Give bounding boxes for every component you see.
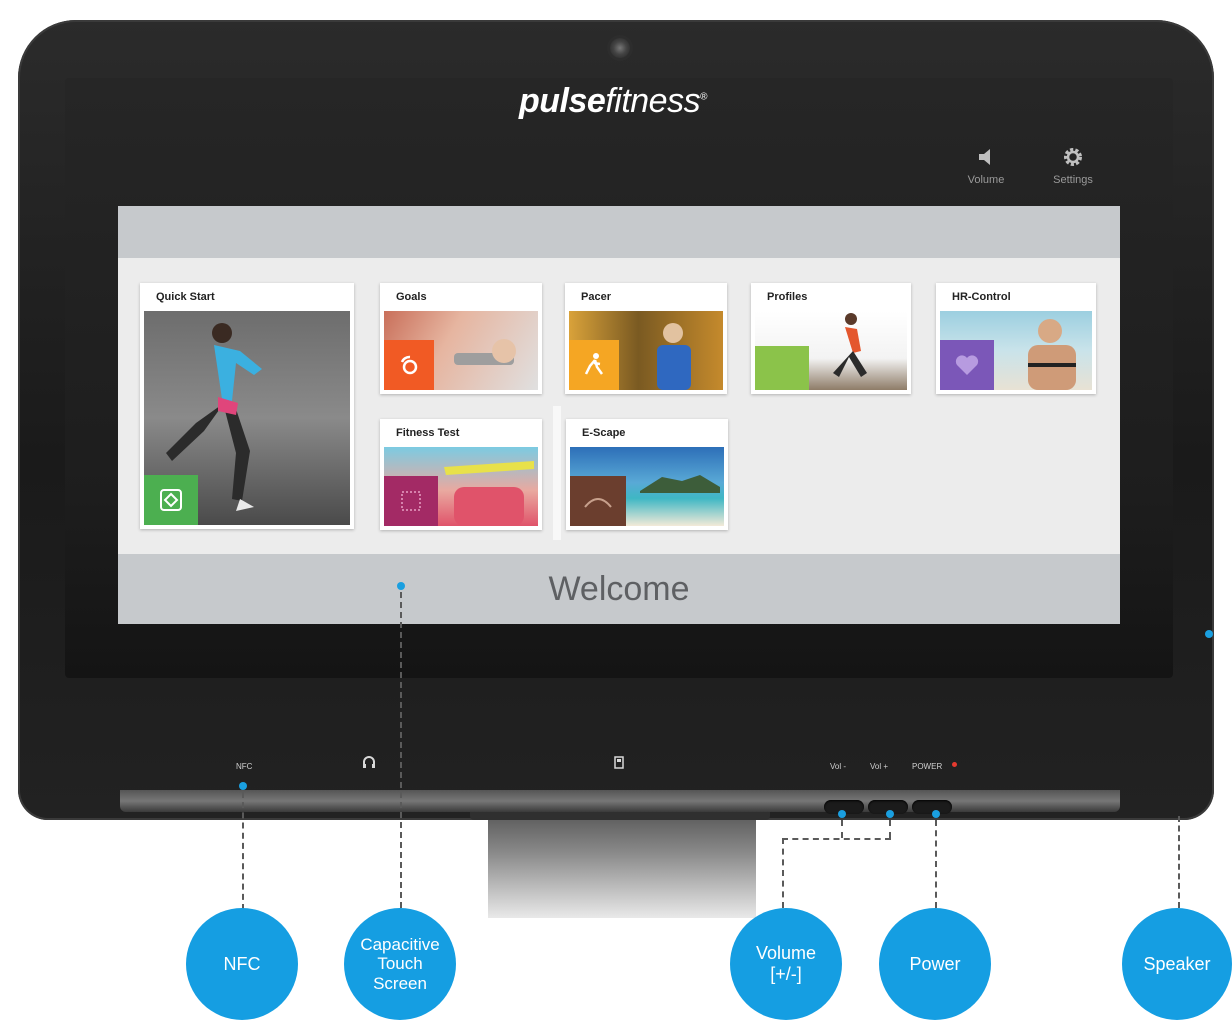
gear-icon: [1038, 146, 1108, 174]
speaker-icon: [951, 146, 1021, 174]
settings-label: Settings: [1053, 174, 1093, 186]
e-scape-badge: [570, 476, 626, 526]
pacer-image: [569, 311, 723, 390]
nfc-callout: NFC: [186, 908, 298, 1020]
tile-e-scape[interactable]: E-Scape: [566, 419, 728, 530]
tile-pacer[interactable]: Pacer: [565, 283, 727, 394]
pacer-badge: [569, 340, 619, 390]
volume-label: Volume: [967, 174, 1005, 186]
volume-control[interactable]: Volume: [951, 146, 1021, 186]
profiles-image: [755, 311, 907, 390]
volume-leader-line: [782, 838, 784, 908]
volume-plus-leader: [889, 820, 891, 838]
speaker-callout: Speaker: [1122, 908, 1232, 1020]
tile-label: Quick Start: [156, 291, 215, 303]
tile-quick-start[interactable]: Quick Start: [140, 283, 354, 529]
tile-label: Goals: [396, 291, 427, 303]
touch-screen-callout: Capacitive Touch Screen: [344, 908, 456, 1020]
nfc-label: NFC: [236, 762, 253, 771]
camera-icon: [610, 38, 630, 58]
nfc-leader-line: [242, 792, 244, 910]
tile-label: Pacer: [581, 291, 611, 303]
vol-plus-label: Vol +: [870, 762, 889, 771]
hr-control-image: [940, 311, 1092, 390]
tile-label: HR-Control: [952, 291, 1011, 303]
touch-screen-leader-line: [400, 592, 402, 908]
home-panel: Quick Start Goals Pacer Profiles HR-Cont…: [118, 206, 1120, 624]
tile-label: E-Scape: [582, 427, 626, 439]
goals-image: [384, 311, 538, 390]
profiles-badge: [755, 346, 809, 390]
volume-minus-leader: [841, 820, 843, 838]
volume-plus-marker: [886, 810, 894, 818]
power-led-icon: [952, 762, 957, 767]
brand-logo: pulsefitness®: [519, 82, 707, 120]
runner-image: [144, 311, 350, 525]
welcome-bar: Welcome: [118, 554, 1120, 624]
speaker-marker: [1205, 630, 1213, 638]
panel-header-bar: [118, 206, 1120, 258]
usb-icon: [614, 756, 624, 772]
power-callout: Power: [879, 908, 991, 1020]
tile-fitness-test[interactable]: Fitness Test: [380, 419, 542, 530]
goals-badge: [384, 340, 434, 390]
power-leader-line: [935, 820, 937, 908]
panel-divider: [553, 406, 561, 540]
settings-control[interactable]: Settings: [1038, 146, 1108, 186]
e-scape-image: [570, 447, 724, 526]
quick-start-badge: [144, 475, 198, 525]
heart-badge: [940, 340, 994, 390]
vol-minus-label: Vol -: [830, 762, 847, 771]
volume-minus-marker: [838, 810, 846, 818]
nfc-marker: [239, 782, 247, 790]
power-marker: [932, 810, 940, 818]
touch-screen-marker: [397, 582, 405, 590]
bezel-lip: [120, 790, 1120, 812]
speaker-leader-line: [1178, 816, 1180, 908]
fitness-test-badge: [384, 476, 438, 526]
tile-profiles[interactable]: Profiles: [751, 283, 911, 394]
volume-leader-join: [782, 838, 891, 840]
fitness-test-image: [384, 447, 538, 526]
power-label: POWER: [912, 762, 943, 771]
volume-callout: Volume [+/-]: [730, 908, 842, 1020]
tile-label: Profiles: [767, 291, 808, 303]
tile-hr-control[interactable]: HR-Control: [936, 283, 1096, 394]
tile-label: Fitness Test: [396, 427, 460, 439]
tile-goals[interactable]: Goals: [380, 283, 542, 394]
welcome-text: Welcome: [548, 570, 690, 608]
headphone-icon: [362, 755, 376, 772]
